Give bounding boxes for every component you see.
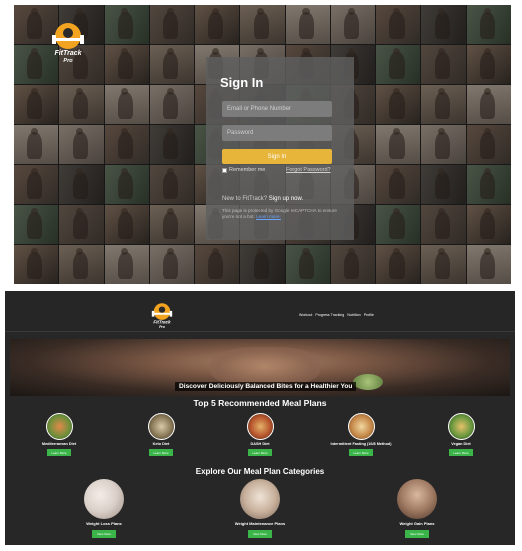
category-name: Weight Maintenance Plans [234, 521, 286, 526]
category-card: Weight Maintenance Plans View More [210, 479, 310, 538]
nav-links: Workout Progress Tracking Nutrition Prof… [299, 313, 374, 317]
view-more-button[interactable]: View More [91, 530, 117, 538]
password-field[interactable]: Password [222, 125, 332, 141]
signin-screen: FitTrack Pro Sign In Email or Phone Numb… [14, 5, 511, 284]
signup-link[interactable]: Sign up now. [269, 196, 303, 202]
nav-nutrition[interactable]: Nutrition [347, 313, 360, 317]
svg-text:Pro: Pro [63, 58, 73, 64]
meal-plan-image [246, 413, 274, 440]
remember-checkbox[interactable] [222, 167, 227, 173]
learn-more-button[interactable]: Learn More [349, 449, 373, 456]
remember-me[interactable]: Remember me [222, 167, 265, 173]
plans-section-title: Top 5 Recommended Meal Plans [193, 398, 327, 408]
meal-plan-image [45, 413, 73, 440]
signin-title: Sign In [220, 75, 264, 90]
fittrack-logo[interactable]: FitTrack Pro [149, 302, 175, 330]
signup-prompt: New to FitTrack? Sign up now. [222, 196, 303, 202]
svg-text:FitTrack: FitTrack [153, 320, 171, 325]
nav-progress-tracking[interactable]: Progress Tracking [315, 313, 344, 317]
category-image [397, 479, 437, 519]
svg-text:FitTrack: FitTrack [54, 50, 82, 57]
email-field[interactable]: Email or Phone Number [222, 101, 332, 117]
category-image [84, 479, 124, 519]
hero-torso [210, 347, 320, 387]
view-more-button[interactable]: View More [404, 530, 430, 538]
forgot-password-link[interactable]: Forgot Password? [286, 167, 331, 173]
learn-more-button[interactable]: Learn More [149, 449, 173, 456]
plan-card: Keto Diet Learn More [121, 413, 201, 456]
plan-name: Intermittent Fasting (16/8 Method) [330, 442, 392, 446]
svg-text:Pro: Pro [159, 325, 166, 329]
plan-card: Intermittent Fasting (16/8 Method) Learn… [321, 413, 401, 456]
salad-bowl [353, 374, 383, 390]
category-card: Weight Loss Plans View More [54, 479, 154, 538]
category-name: Weight Loss Plans [86, 521, 122, 526]
learn-more-button[interactable]: Learn More [248, 449, 272, 456]
plan-name: Keto Diet [152, 442, 170, 446]
categories-section-title: Explore Our Meal Plan Categories [195, 467, 325, 476]
navbar: FitTrack Pro Workout Progress Tracking N… [5, 291, 515, 332]
meal-plans-screen: FitTrack Pro Workout Progress Tracking N… [5, 291, 515, 545]
nav-profile[interactable]: Profile [364, 313, 374, 317]
plan-name: Mediterranean Diet [41, 442, 77, 446]
meal-plan-image [147, 413, 175, 440]
plan-card: Mediterranean Diet Learn More [19, 413, 99, 456]
hero-banner: Discover Deliciously Balanced Bites for … [10, 339, 510, 396]
signup-prompt-text: New to FitTrack? [222, 196, 269, 202]
plan-name: DASH Diet [250, 442, 270, 446]
learn-more-button[interactable]: Learn More [47, 449, 71, 456]
learn-more-link[interactable]: Learn more. [256, 214, 281, 219]
plan-card: Vegan Diet Learn More [421, 413, 501, 456]
fittrack-logo[interactable]: FitTrack Pro [48, 21, 88, 65]
signin-button[interactable]: Sign In [222, 149, 332, 164]
view-more-button[interactable]: View More [247, 530, 273, 538]
captcha-notice: This page is protected by Google reCAPTC… [222, 208, 340, 220]
category-card: Weight Gain Plans View More [367, 479, 467, 538]
nav-workout[interactable]: Workout [299, 313, 312, 317]
category-name: Weight Gain Plans [399, 521, 435, 526]
learn-more-button[interactable]: Learn More [449, 449, 473, 456]
meal-plan-image [447, 413, 475, 440]
category-image [240, 479, 280, 519]
hero-caption: Discover Deliciously Balanced Bites for … [175, 382, 357, 391]
remember-label: Remember me [229, 167, 266, 173]
signin-form: Sign In Email or Phone Number Password S… [206, 57, 354, 240]
meal-plan-image [347, 413, 375, 440]
plan-card: DASH Diet Learn More [220, 413, 300, 456]
plan-name: Vegan Diet [451, 442, 471, 446]
